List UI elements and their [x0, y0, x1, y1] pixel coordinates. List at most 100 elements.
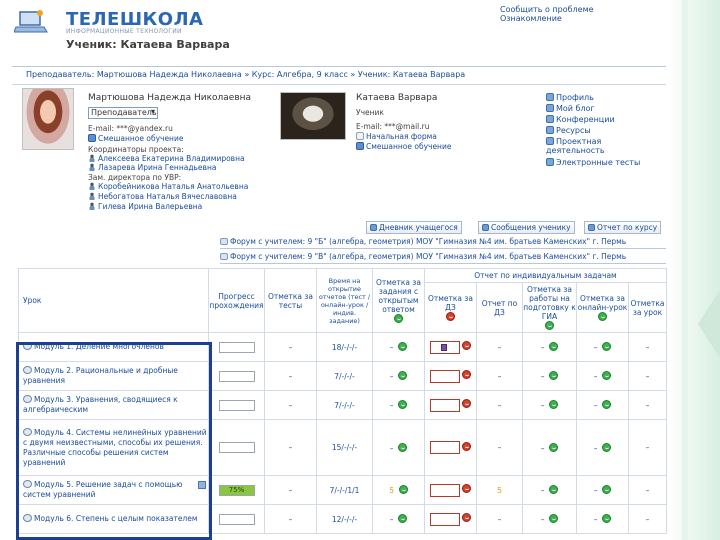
- lesson-mark-cell: –: [628, 390, 667, 420]
- student-name[interactable]: Катаева Варвара: [356, 93, 437, 103]
- coordinator-link[interactable]: Алексеева Екатерина Владимировна: [88, 154, 245, 163]
- menu-resources[interactable]: Ресурсы: [546, 126, 591, 135]
- smile-bad-icon[interactable]: [462, 441, 472, 451]
- time-cell: 12/-/-/-: [316, 504, 373, 534]
- smile-good-icon[interactable]: [549, 400, 559, 409]
- smile-good-icon[interactable]: [398, 442, 408, 452]
- logo-subtitle: ИНФОРМАЦИОННЫЕ ТЕХНОЛОГИИ: [66, 28, 182, 35]
- open-mark-cell: –: [372, 504, 425, 534]
- smile-good-icon[interactable]: [602, 342, 612, 351]
- smile-bad-icon[interactable]: [462, 399, 472, 408]
- teacher-name[interactable]: Мартюшова Надежда Николаевна: [88, 93, 251, 103]
- intro-link[interactable]: Ознакомление: [500, 14, 562, 23]
- report-problem-link[interactable]: Сообщить о проблеме: [500, 5, 594, 14]
- student-start-link[interactable]: Начальная форма: [356, 132, 437, 141]
- prep-mark-cell: –: [522, 504, 577, 534]
- tests-mark-cell: –: [264, 504, 317, 534]
- smile-good-icon[interactable]: [398, 342, 408, 351]
- conference-icon: [546, 115, 554, 123]
- smile-good-icon[interactable]: [549, 485, 559, 494]
- progress-cell: [208, 504, 265, 534]
- book-icon: [88, 134, 96, 142]
- breadcrumb[interactable]: Преподаватель: Мартюшова Надежда Николае…: [26, 70, 465, 79]
- smile-good-icon: [598, 311, 607, 321]
- header-dz-report: Отчет по ДЗ: [476, 282, 523, 333]
- smile-good-icon[interactable]: [602, 400, 612, 409]
- smile-good-icon[interactable]: [549, 442, 559, 452]
- mail-icon: [356, 132, 364, 140]
- role-select[interactable]: Преподаватель: [88, 107, 158, 119]
- menu-conferences[interactable]: Конференции: [546, 115, 615, 124]
- tab-course-report[interactable]: Отчет по курсу: [584, 221, 662, 234]
- resources-icon: [546, 126, 554, 134]
- smile-bad-icon[interactable]: [462, 513, 472, 522]
- smile-bad-icon[interactable]: [462, 370, 472, 379]
- forum-icon: [220, 253, 228, 260]
- forum-link[interactable]: Форум с учителем: 9 "В" (алгебра, геомет…: [220, 251, 666, 264]
- tab-messages[interactable]: Сообщения ученику: [478, 221, 575, 234]
- progress-cell: [208, 390, 265, 420]
- progress-cell: [208, 361, 265, 391]
- menu-projects[interactable]: Проектная деятельность: [546, 137, 626, 155]
- homework-task-box[interactable]: [429, 340, 460, 354]
- coordinator-link[interactable]: Лазарева Ирина Геннадьевна: [88, 163, 216, 172]
- student-course-link[interactable]: Смешанное обучение: [356, 142, 451, 151]
- deputy-link[interactable]: Коробейникова Наталья Анатольевна: [88, 182, 248, 191]
- progress-bar: 75%: [218, 484, 255, 496]
- header-lesson: Урок: [18, 268, 209, 333]
- time-cell: 7/-/-/-: [316, 390, 373, 420]
- smile-good-icon[interactable]: [398, 371, 408, 380]
- header-progress: Прогресс прохождения: [208, 268, 265, 333]
- smile-good-icon[interactable]: [602, 442, 612, 452]
- homework-task-box[interactable]: [429, 441, 460, 454]
- smile-good-icon[interactable]: [602, 371, 612, 380]
- projects-icon: [546, 137, 554, 145]
- smile-good-icon[interactable]: [602, 485, 612, 494]
- prep-mark-cell: –: [522, 361, 577, 391]
- site-header: ТЕЛЕШКОЛА ИНФОРМАЦИОННЫЕ ТЕХНОЛОГИИ Сооб…: [0, 0, 668, 64]
- lesson-mark-cell: –: [628, 419, 667, 476]
- deputy-link[interactable]: Гилева Ирина Валерьевна: [88, 202, 202, 211]
- teacher-course-link[interactable]: Смешанное обучение: [88, 134, 183, 143]
- dz-report-cell: –: [476, 390, 523, 420]
- lesson-mark-cell: –: [628, 504, 667, 534]
- smile-bad-icon: [446, 311, 455, 321]
- dz-report-cell: 5: [476, 475, 523, 505]
- student-email: E-mail: ***@mail.ru: [356, 122, 430, 131]
- smile-good-icon[interactable]: [549, 342, 559, 351]
- hw-mark-cell: [424, 361, 477, 391]
- smile-good-icon[interactable]: [549, 514, 559, 523]
- progress-cell: 75%: [208, 475, 265, 505]
- online-mark-cell: –: [576, 390, 629, 420]
- smile-bad-icon[interactable]: [462, 484, 472, 493]
- menu-profile[interactable]: Профиль: [546, 93, 594, 102]
- page-side-decoration: [668, 0, 720, 540]
- menu-tests[interactable]: Электронные тесты: [546, 158, 640, 167]
- smile-good-icon[interactable]: [602, 514, 612, 523]
- smile-good-icon[interactable]: [398, 514, 408, 523]
- tests-mark-cell: –: [264, 361, 317, 391]
- prep-mark-cell: –: [522, 390, 577, 420]
- breadcrumb-divider: [12, 84, 666, 85]
- smile-good-icon: [545, 320, 554, 330]
- deputy-link[interactable]: Небогатова Наталья Вячеславовна: [88, 192, 237, 201]
- menu-blog[interactable]: Мой блог: [546, 104, 595, 113]
- homework-task-box[interactable]: [429, 512, 460, 526]
- smile-good-icon[interactable]: [398, 400, 408, 409]
- laptop-logo-icon: [14, 10, 48, 33]
- flag-icon: [440, 343, 447, 351]
- tests-mark-cell: –: [264, 390, 317, 420]
- smile-good-icon[interactable]: [549, 371, 559, 380]
- homework-task-box[interactable]: [429, 483, 460, 497]
- smile-bad-icon[interactable]: [462, 341, 472, 350]
- logo-text: ТЕЛЕШКОЛА: [66, 9, 204, 30]
- messages-icon: [482, 224, 489, 231]
- homework-task-box[interactable]: [429, 369, 460, 383]
- forum-link[interactable]: Форум с учителем: 9 "Б" (алгебра, геомет…: [220, 236, 666, 249]
- forum-icon: [220, 238, 228, 245]
- smile-good-icon[interactable]: [398, 485, 408, 494]
- open-mark-cell: –: [372, 390, 425, 420]
- header-prep-mark: Отметка за работы на подготовку к ГИА: [522, 282, 577, 333]
- homework-task-box[interactable]: [429, 398, 460, 412]
- tab-student-diary[interactable]: Дневник учащегося: [366, 221, 462, 234]
